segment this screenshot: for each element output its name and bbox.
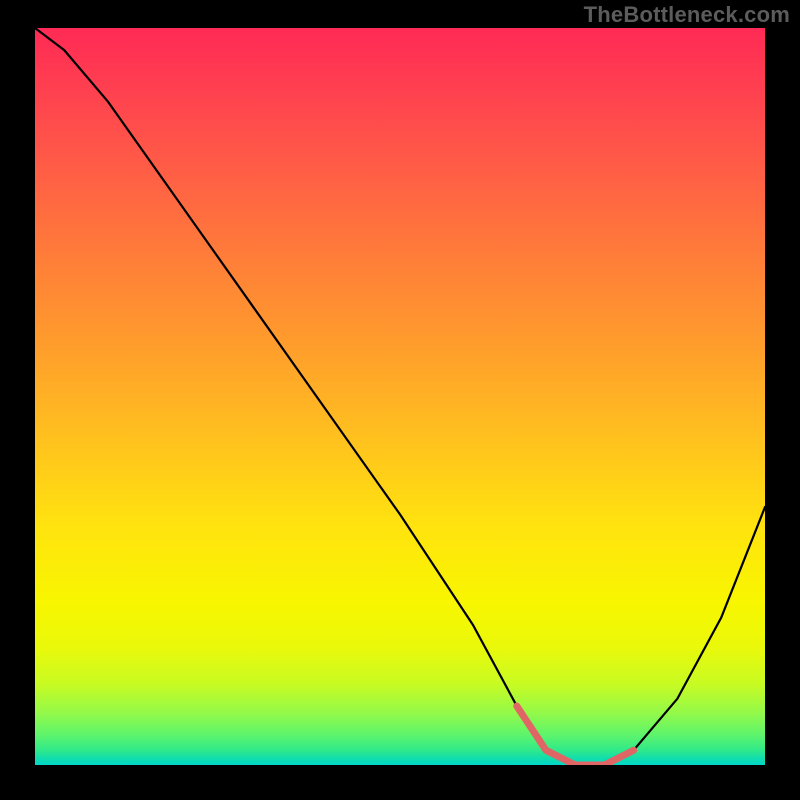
curve-layer: [35, 28, 765, 765]
chart-frame: TheBottleneck.com: [0, 0, 800, 800]
bottleneck-curve: [35, 28, 765, 765]
watermark-text: TheBottleneck.com: [584, 2, 790, 28]
optimal-range-highlight: [517, 706, 634, 765]
plot-area: [35, 28, 765, 765]
